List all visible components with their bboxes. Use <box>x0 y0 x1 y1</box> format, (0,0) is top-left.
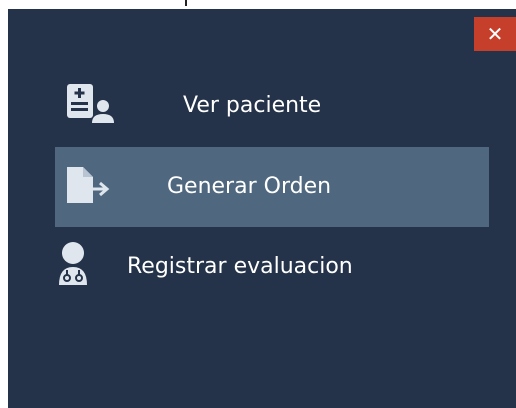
close-button[interactable]: ✕ <box>474 17 516 51</box>
menu-item-label: Ver paciente <box>183 93 322 118</box>
export-document-icon <box>67 167 110 203</box>
doctor-icon <box>59 242 87 285</box>
menu-item-label: Registrar evaluacion <box>127 254 353 279</box>
menu-item-ver-paciente[interactable]: Ver paciente <box>55 66 489 146</box>
top-edge-mark <box>185 0 187 6</box>
menu-item-label: Generar Orden <box>167 174 332 199</box>
patient-record-icon <box>67 84 114 123</box>
close-icon: ✕ <box>486 22 504 46</box>
context-menu-panel: ✕ Ver paciente Generar Orden Registrar e… <box>8 9 516 408</box>
menu-item-registrar-evaluacion[interactable]: Registrar evaluacion <box>55 227 489 307</box>
menu-item-generar-orden[interactable]: Generar Orden <box>55 147 489 227</box>
